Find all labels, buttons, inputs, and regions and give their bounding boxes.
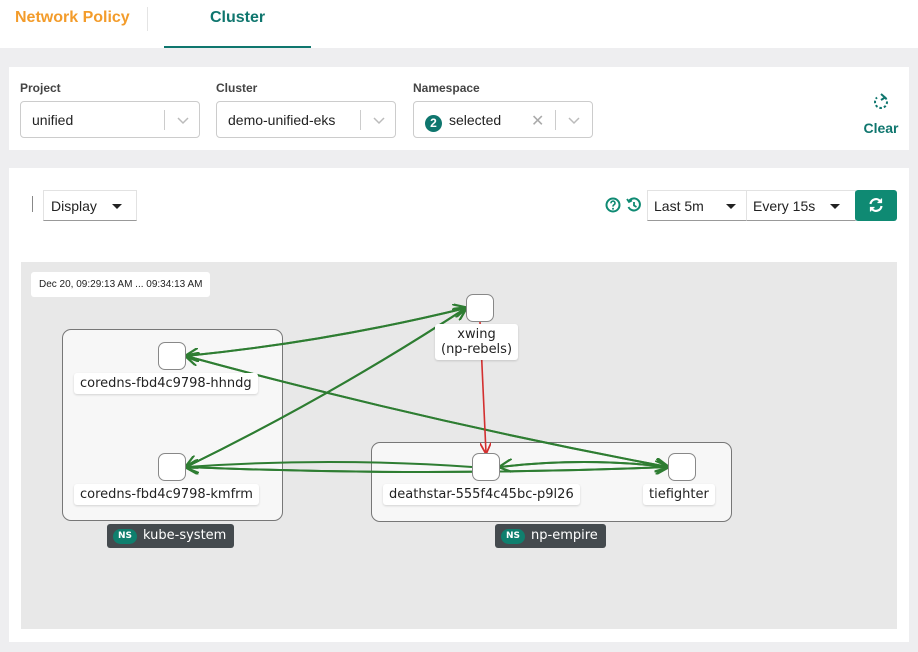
refresh-button[interactable] [855,190,897,221]
node-label-deathstar: deathstar-555f4c45bc-p9l26 [383,484,580,505]
node-label-tiefighter: tiefighter [643,484,715,505]
namespace-selected-text: selected [449,112,502,128]
namespace-count-badge: 2 [425,115,442,132]
tab-cluster[interactable]: Cluster [164,0,311,48]
namespace-value: 2 selected [425,112,501,132]
node-label-line: (np-rebels) [441,342,513,357]
namespace-name: kube-system [143,528,227,543]
time-window-label: Dec 20, 09:29:13 AM ... 09:34:13 AM [31,272,211,297]
select-separator [360,110,361,130]
project-select[interactable]: unified [20,101,200,138]
caret-down-icon [830,204,840,209]
clear-selection-icon[interactable]: ✕ [531,111,544,131]
caret-down-icon [726,204,736,209]
refresh-interval-select[interactable]: Every 15s [746,190,856,221]
time-range-value: Last 5m [654,198,704,214]
tab-cluster-label: Cluster [209,9,266,26]
project-value: unified [32,112,74,128]
chevron-down-icon[interactable] [176,114,190,126]
node-coredns-hhndg[interactable] [158,342,186,370]
clear-label: Clear [863,120,899,136]
caret-down-icon [112,204,122,209]
tab-network-policy[interactable]: Network Policy [15,0,130,48]
display-dropdown[interactable]: Display [43,190,137,221]
refresh-icon [869,198,883,212]
node-label-coredns-hhndg: coredns-fbd4c9798-hhndg [74,373,258,394]
node-tiefighter[interactable] [668,453,696,481]
node-xwing[interactable] [466,294,494,322]
namespace-field: Namespace 2 selected ✕ [413,81,593,138]
chevron-down-icon[interactable] [567,114,581,126]
node-label-line: xwing [457,327,496,342]
namespace-tag-kube-system: NS kube-system [107,524,235,548]
namespace-select[interactable]: 2 selected ✕ [413,101,593,138]
graph-panel: Display Last 5m Every 15s Dec 20, 09:29:… [9,168,909,642]
namespace-name: np-empire [531,528,598,543]
chevron-down-icon[interactable] [372,114,386,126]
namespace-tag-np-empire: NS np-empire [495,524,606,548]
ns-pill: NS [113,529,138,544]
top-tabs: Network Policy Cluster [0,0,918,48]
node-deathstar[interactable] [472,453,500,481]
tab-divider [147,7,148,31]
toolbar-divider [32,196,33,212]
project-field: Project unified [20,81,200,138]
help-icon[interactable] [605,197,621,213]
reset-icon [874,93,888,109]
filter-panel: Project unified Cluster demo-unified-eks… [9,67,909,150]
display-label: Display [51,198,97,214]
select-separator [164,110,165,130]
active-tab-indicator [164,46,311,48]
refresh-interval-value: Every 15s [753,198,816,214]
network-graph-canvas[interactable]: Dec 20, 09:29:13 AM ... 09:34:13 AM NS ku… [21,262,897,629]
namespace-label: Namespace [413,81,480,95]
cluster-field: Cluster demo-unified-eks [216,81,396,138]
cluster-label: Cluster [216,81,258,95]
node-label-xwing: xwing (np-rebels) [435,324,519,360]
time-range-select[interactable]: Last 5m [647,190,747,221]
history-icon[interactable] [626,197,642,213]
project-label: Project [20,81,61,95]
node-coredns-kmfrm[interactable] [158,453,186,481]
clear-filters-button[interactable]: Clear [863,92,899,136]
select-separator [555,110,556,130]
ns-pill: NS [501,529,526,544]
cluster-select[interactable]: demo-unified-eks [216,101,396,138]
node-label-coredns-kmfrm: coredns-fbd4c9798-kmfrm [74,484,259,505]
cluster-value: demo-unified-eks [228,112,336,128]
